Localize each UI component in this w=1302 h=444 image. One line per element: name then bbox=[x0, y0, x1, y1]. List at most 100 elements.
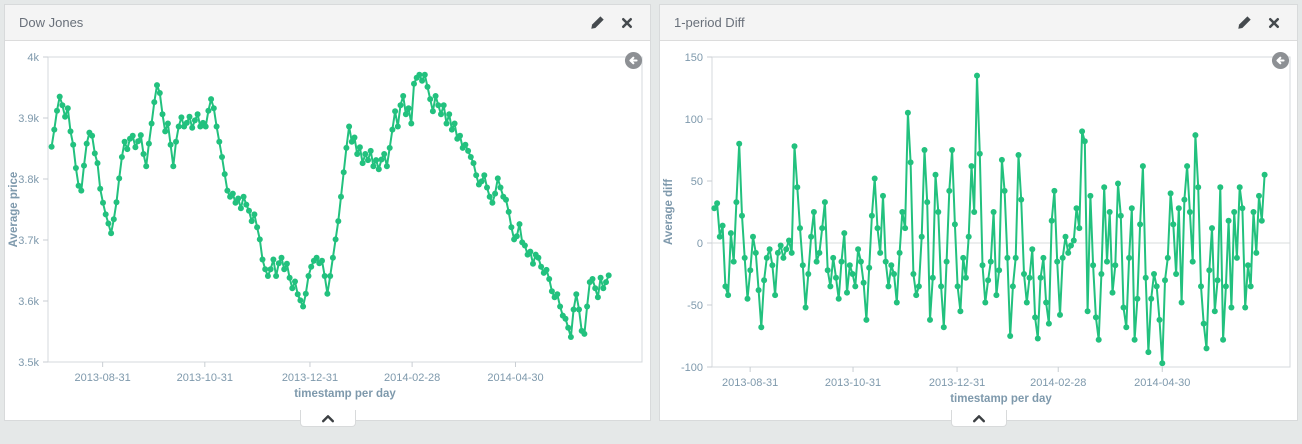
edit-panel-button[interactable] bbox=[588, 14, 606, 32]
data-point bbox=[73, 165, 79, 171]
data-point bbox=[465, 148, 471, 154]
data-point bbox=[549, 288, 555, 294]
data-point bbox=[138, 132, 144, 138]
data-point bbox=[149, 121, 155, 127]
data-point bbox=[57, 94, 63, 100]
close-panel-button[interactable] bbox=[618, 14, 636, 32]
data-point bbox=[343, 145, 349, 151]
data-point bbox=[517, 221, 523, 227]
data-point bbox=[811, 209, 817, 215]
dow-jones-chart-canvas[interactable]: 4k3.9k3.8k3.7k3.6k3.5k2013-08-312013-10-… bbox=[5, 41, 650, 420]
data-point bbox=[830, 255, 836, 261]
y-tick-label: 4k bbox=[27, 52, 39, 64]
data-point bbox=[985, 277, 991, 283]
data-point bbox=[1184, 163, 1190, 169]
data-point bbox=[1259, 218, 1265, 224]
data-point bbox=[273, 273, 279, 279]
data-point bbox=[62, 114, 68, 120]
data-point bbox=[899, 209, 905, 215]
data-point bbox=[108, 230, 114, 236]
pencil-icon bbox=[590, 15, 605, 30]
y-axis: 150100500-50-100 bbox=[681, 52, 712, 374]
data-point bbox=[1118, 213, 1124, 219]
data-point bbox=[844, 290, 850, 296]
back-button[interactable] bbox=[624, 51, 643, 70]
x-cross-icon bbox=[1268, 17, 1280, 29]
data-point bbox=[1145, 349, 1151, 355]
data-point bbox=[833, 275, 839, 281]
data-point bbox=[400, 93, 406, 99]
data-point bbox=[279, 255, 285, 261]
x-tick-label: 2013-08-31 bbox=[722, 377, 778, 389]
edit-panel-button[interactable] bbox=[1235, 14, 1253, 32]
data-point bbox=[354, 151, 360, 157]
data-point bbox=[151, 99, 157, 105]
plot-frame bbox=[48, 57, 642, 362]
data-point bbox=[216, 139, 222, 145]
data-point bbox=[100, 200, 106, 206]
data-point bbox=[1239, 205, 1245, 211]
data-point bbox=[938, 283, 944, 289]
y-tick-label: 3.5k bbox=[18, 357, 39, 369]
data-point bbox=[1098, 271, 1104, 277]
data-point bbox=[1209, 225, 1215, 231]
data-point bbox=[168, 142, 174, 148]
data-point bbox=[786, 238, 792, 244]
data-point bbox=[993, 292, 999, 298]
data-points[interactable] bbox=[49, 72, 612, 340]
data-point bbox=[219, 154, 225, 160]
data-point bbox=[1192, 132, 1198, 138]
data-point bbox=[866, 265, 872, 271]
data-point bbox=[306, 273, 312, 279]
data-point bbox=[581, 331, 587, 337]
data-point bbox=[468, 154, 474, 160]
data-point bbox=[184, 120, 190, 126]
data-point bbox=[295, 291, 301, 297]
panel-title: Dow Jones bbox=[19, 15, 576, 30]
data-point bbox=[135, 138, 141, 144]
data-point bbox=[1154, 283, 1160, 289]
data-point bbox=[1085, 308, 1091, 314]
collapse-panel-button[interactable] bbox=[300, 410, 356, 427]
data-point bbox=[1096, 337, 1102, 343]
data-point bbox=[910, 271, 916, 277]
data-point bbox=[1010, 283, 1016, 289]
data-point bbox=[1234, 255, 1240, 261]
diff-chart-canvas[interactable]: 150100500-50-1002013-08-312013-10-312013… bbox=[660, 41, 1297, 420]
data-point bbox=[888, 262, 894, 268]
data-point bbox=[105, 221, 111, 227]
data-point bbox=[262, 266, 268, 272]
data-point bbox=[944, 259, 950, 265]
chart-area: 150100500-50-1002013-08-312013-10-312013… bbox=[660, 41, 1297, 420]
data-point bbox=[160, 111, 166, 117]
data-point bbox=[462, 142, 468, 148]
panel-header[interactable]: 1-period Diff bbox=[660, 5, 1297, 41]
data-point bbox=[370, 163, 376, 169]
back-button[interactable] bbox=[1271, 51, 1290, 70]
data-point bbox=[919, 234, 925, 240]
data-point bbox=[753, 250, 759, 256]
data-point bbox=[847, 262, 853, 268]
collapse-panel-button[interactable] bbox=[951, 410, 1007, 427]
data-point bbox=[297, 297, 303, 303]
data-point bbox=[924, 199, 930, 205]
data-point bbox=[141, 151, 147, 157]
y-tick-label: 3.6k bbox=[18, 296, 39, 308]
data-point bbox=[132, 144, 138, 150]
panel-header[interactable]: Dow Jones bbox=[5, 5, 650, 41]
data-point bbox=[1040, 255, 1046, 261]
data-point bbox=[916, 283, 922, 289]
data-point bbox=[249, 218, 255, 224]
data-point bbox=[81, 163, 87, 169]
data-point bbox=[1104, 259, 1110, 265]
data-point bbox=[977, 151, 983, 157]
data-point bbox=[292, 279, 298, 285]
data-point bbox=[373, 157, 379, 163]
data-point bbox=[457, 133, 463, 139]
data-point bbox=[430, 108, 436, 114]
data-point bbox=[988, 259, 994, 265]
data-point bbox=[222, 171, 228, 177]
data-point bbox=[387, 145, 393, 151]
close-panel-button[interactable] bbox=[1265, 14, 1283, 32]
data-point bbox=[905, 110, 911, 116]
